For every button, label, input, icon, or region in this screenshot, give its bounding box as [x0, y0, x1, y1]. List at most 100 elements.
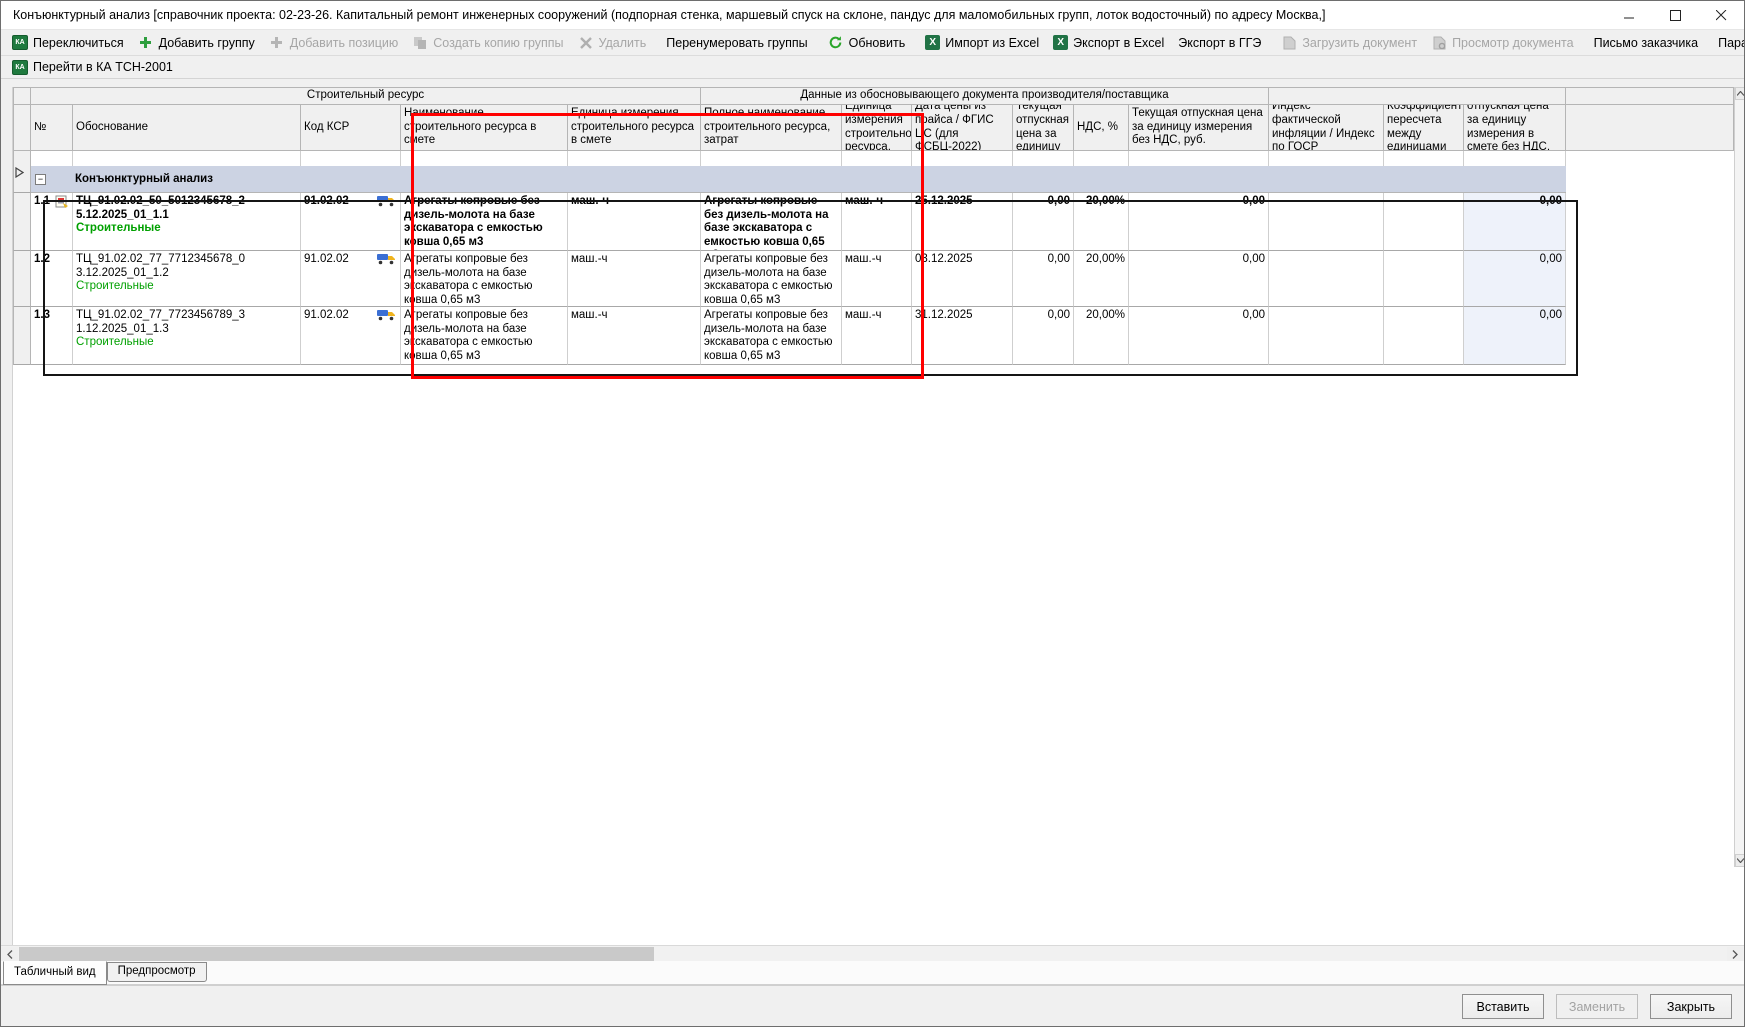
cell-unit-price[interactable]: 0,00	[1013, 251, 1074, 307]
cell-estimate-price[interactable]: 0,00	[1464, 251, 1566, 307]
table-row[interactable]: 1.1 ТЦ_91.02.02_50_5012345678_25.12.2025…	[13, 193, 1734, 251]
corner-cell	[13, 105, 31, 151]
group-header-filler	[1269, 87, 1566, 105]
chevron-right-icon	[1732, 950, 1738, 959]
maximize-button[interactable]	[1652, 1, 1698, 29]
ka-icon: КА	[12, 35, 28, 50]
cell-conversion-coef[interactable]	[1384, 193, 1464, 251]
excel-icon: X	[1053, 35, 1068, 50]
parameters-button[interactable]: Параметры	[1711, 32, 1745, 54]
cell-basis[interactable]: ТЦ_91.02.02_50_5012345678_25.12.2025_01_…	[73, 193, 301, 251]
cell-num[interactable]: 1.1	[31, 193, 73, 251]
collapse-button[interactable]: −	[35, 174, 46, 185]
insert-button[interactable]: Вставить	[1462, 994, 1544, 1019]
data-grid: Строительный ресурс Данные из обосновыва…	[13, 87, 1734, 365]
view-tabs: Табличный вид Предпросмотр	[1, 961, 1744, 985]
replace-button[interactable]: Заменить	[1556, 994, 1638, 1019]
document-icon-disabled	[1281, 35, 1297, 51]
cell-estimate-price[interactable]: 0,00	[1464, 307, 1566, 365]
customer-letter-button[interactable]: Письмо заказчика	[1587, 32, 1706, 54]
add-group-button[interactable]: Добавить группу	[131, 32, 262, 54]
tab-tabular-view[interactable]: Табличный вид	[3, 961, 107, 985]
cell-price-no-vat[interactable]: 0,00	[1129, 193, 1269, 251]
refresh-button[interactable]: Обновить	[821, 32, 913, 54]
category-label: Строительные	[76, 336, 297, 350]
footer-bar: Вставить Заменить Закрыть	[1, 985, 1744, 1027]
delete-button[interactable]: Удалить	[571, 32, 654, 54]
cell-unit-price[interactable]: 0,00	[1013, 307, 1074, 365]
cell-ksr[interactable]: 91.02.02	[301, 307, 401, 365]
cell-conversion-coef[interactable]	[1384, 251, 1464, 307]
cell-unit-estimate[interactable]: маш.-ч	[568, 193, 701, 251]
cell-inflation-index[interactable]	[1269, 251, 1384, 307]
group-header-resource: Строительный ресурс	[31, 87, 701, 105]
import-excel-button[interactable]: X Импорт из Excel	[918, 32, 1046, 54]
col-header-name-estimate: Наименование строительного ресурса в сме…	[401, 105, 568, 151]
close-button[interactable]	[1698, 1, 1744, 29]
view-document-button[interactable]: Просмотр документа	[1424, 32, 1581, 54]
cell-price-date[interactable]: 03.12.2025	[912, 251, 1013, 307]
close-dialog-button[interactable]: Закрыть	[1650, 994, 1732, 1019]
cell-unit-full[interactable]: маш.-ч	[842, 193, 912, 251]
table-row[interactable]: 1.3 ТЦ_91.02.02_77_7723456789_31.12.2025…	[13, 307, 1734, 365]
cell-name-estimate[interactable]: Агрегаты копровые без дизель-молота на б…	[401, 307, 568, 365]
horizontal-scrollbar[interactable]	[1, 945, 1744, 961]
cell-name-estimate[interactable]: Агрегаты копровые без дизель-молота на б…	[401, 193, 568, 251]
column-header-row: № Обоснование Код КСР Наименование строи…	[13, 105, 1734, 151]
table-row[interactable]: 1.2 ТЦ_91.02.02_77_7712345678_03.12.2025…	[13, 251, 1734, 307]
cell-conversion-coef[interactable]	[1384, 307, 1464, 365]
cell-name-full[interactable]: Агрегаты копровые без дизель-молота на б…	[701, 307, 842, 365]
col-header-unit-price: Текущая отпускная цена за единицу	[1013, 105, 1074, 151]
cell-unit-price[interactable]: 0,00	[1013, 193, 1074, 251]
col-header-num: №	[31, 105, 73, 151]
goto-ka-tsn-button[interactable]: КА Перейти в КА ТСН-2001	[5, 56, 180, 78]
truck-icon	[377, 253, 397, 265]
cell-basis[interactable]: ТЦ_91.02.02_77_7723456789_31.12.2025_01_…	[73, 307, 301, 365]
group-header-filler	[1566, 87, 1734, 105]
export-gge-button[interactable]: Экспорт в ГГЭ	[1171, 32, 1268, 54]
vertical-scrollbar[interactable]	[1734, 87, 1745, 867]
cell-unit-full[interactable]: маш.-ч	[842, 307, 912, 365]
scroll-down-button[interactable]	[1735, 854, 1745, 867]
scrollbar-thumb[interactable]	[19, 947, 654, 961]
cell-basis[interactable]: ТЦ_91.02.02_77_7712345678_03.12.2025_01_…	[73, 251, 301, 307]
cell-inflation-index[interactable]	[1269, 193, 1384, 251]
cell-ksr[interactable]: 91.02.02	[301, 251, 401, 307]
window-title: Конъюнктурный анализ [справочник проекта…	[1, 8, 1606, 22]
cell-price-date[interactable]: 25.12.2025	[912, 193, 1013, 251]
cell-price-no-vat[interactable]: 0,00	[1129, 251, 1269, 307]
add-position-button[interactable]: Добавить позицию	[262, 32, 406, 54]
cell-unit-estimate[interactable]: маш.-ч	[568, 307, 701, 365]
analysis-group-row[interactable]: − Конъюнктурный анализ	[13, 166, 1734, 193]
cell-price-no-vat[interactable]: 0,00	[1129, 307, 1269, 365]
cell-name-full[interactable]: Агрегаты копровые без дизель-молота на б…	[701, 251, 842, 307]
renumber-groups-button[interactable]: Перенумеровать группы	[659, 32, 814, 54]
scroll-right-button[interactable]	[1727, 947, 1743, 961]
cell-name-full[interactable]: Агрегаты копровые без дизель-молота на б…	[701, 193, 842, 251]
scroll-up-button[interactable]	[1735, 87, 1745, 100]
cell-ksr[interactable]: 91.02.02	[301, 193, 401, 251]
cell-vat[interactable]: 20,00%	[1074, 193, 1129, 251]
cell-unit-full[interactable]: маш.-ч	[842, 251, 912, 307]
export-excel-button[interactable]: X Экспорт в Excel	[1046, 32, 1171, 54]
cell-num[interactable]: 1.3	[31, 307, 73, 365]
copy-group-button[interactable]: Создать копию группы	[405, 32, 570, 54]
col-header-filler	[1566, 105, 1734, 151]
group-header-row: Строительный ресурс Данные из обосновыва…	[13, 87, 1734, 105]
tab-preview[interactable]: Предпросмотр	[107, 962, 207, 982]
cell-num[interactable]: 1.2	[31, 251, 73, 307]
minimize-button[interactable]	[1606, 1, 1652, 29]
cell-price-date[interactable]: 31.12.2025	[912, 307, 1013, 365]
plus-icon	[138, 35, 154, 51]
cell-unit-estimate[interactable]: маш.-ч	[568, 251, 701, 307]
load-document-button[interactable]: Загрузить документ	[1274, 32, 1424, 54]
cell-vat[interactable]: 20,00%	[1074, 251, 1129, 307]
cell-estimate-price[interactable]: 0,00	[1464, 193, 1566, 251]
category-label: Строительные	[76, 222, 297, 236]
switch-button[interactable]: КА Переключиться	[5, 32, 131, 54]
cell-vat[interactable]: 20,00%	[1074, 307, 1129, 365]
cell-name-estimate[interactable]: Агрегаты копровые без дизель-молота на б…	[401, 251, 568, 307]
chevron-up-icon	[1737, 91, 1744, 96]
cell-inflation-index[interactable]	[1269, 307, 1384, 365]
scroll-left-button[interactable]	[2, 947, 18, 961]
